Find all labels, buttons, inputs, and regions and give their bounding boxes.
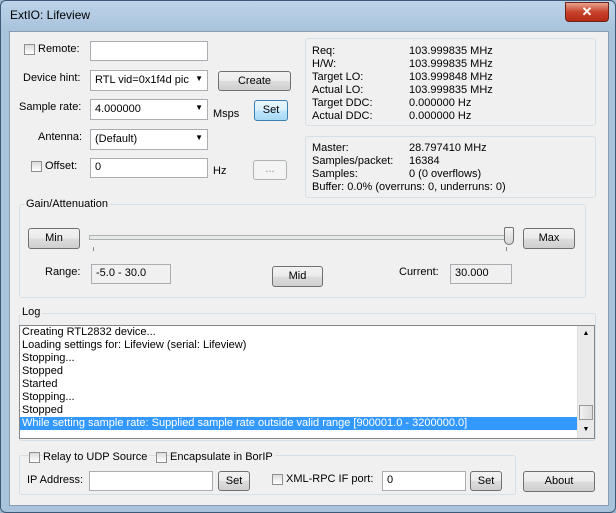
freq-value: 103.999848 MHz	[409, 71, 493, 83]
sample-rate-unit: Msps	[213, 108, 240, 120]
log-group-title: Log	[20, 306, 43, 318]
scroll-up-icon[interactable]: ▲	[579, 326, 593, 341]
client-area: Remote: Device hint: RTL vid=0x1f4d pic …	[9, 31, 609, 506]
log-list[interactable]: Creating RTL2832 device... Loading settin…	[19, 325, 595, 439]
gain-mid-button[interactable]: Mid	[272, 266, 323, 287]
log-line[interactable]: Stopped	[20, 404, 594, 417]
stream-label: Master:	[312, 142, 349, 154]
encapsulate-borip-checkbox[interactable]	[156, 452, 167, 463]
sample-rate-label: Sample rate:	[19, 101, 82, 113]
freq-label: Target LO:	[312, 71, 364, 83]
gain-min-button[interactable]: Min	[28, 228, 80, 249]
freq-value: 103.999835 MHz	[409, 84, 493, 96]
log-scrollbar[interactable]: ▲ ▼	[577, 326, 594, 438]
encapsulate-borip-label: Encapsulate in BorIP	[170, 451, 275, 463]
relay-udp-label: Relay to UDP Source	[43, 451, 150, 463]
close-icon: ✕	[581, 4, 593, 19]
remote-input[interactable]	[90, 41, 208, 61]
offset-checkbox[interactable]	[31, 161, 42, 172]
scroll-thumb[interactable]	[579, 405, 593, 420]
create-button[interactable]: Create	[218, 71, 291, 91]
stream-value: 0 (0 overflows)	[409, 168, 482, 180]
remote-label: Remote:	[38, 43, 80, 55]
ip-address-label: IP Address:	[27, 474, 84, 486]
frequency-info-values: 103.999835 MHz 103.999835 MHz 103.999848…	[409, 45, 493, 123]
device-hint-select[interactable]: RTL vid=0x1f4d pic ▼	[90, 70, 208, 91]
antenna-value: (Default)	[95, 133, 138, 145]
gain-slider-thumb[interactable]	[504, 227, 514, 245]
title-bar: ExtIO: Lifeview ✕	[1, 1, 615, 29]
stream-info-panel: Master: Samples/packet: Samples: 28.7974…	[305, 136, 596, 198]
current-value: 30.000	[450, 264, 512, 284]
offset-input[interactable]: 0	[90, 158, 208, 178]
freq-label: H/W:	[312, 58, 337, 70]
frequency-info-panel: Req: H/W: Target LO: Actual LO: Target D…	[305, 38, 596, 126]
log-line[interactable]: Stopping...	[20, 352, 594, 365]
relay-udp-checkbox[interactable]	[29, 452, 40, 463]
gain-slider-track[interactable]	[89, 235, 511, 240]
close-button[interactable]: ✕	[565, 2, 609, 22]
ip-set-button[interactable]: Set	[218, 471, 250, 491]
xmlrpc-label: XML-RPC IF port:	[286, 473, 374, 485]
device-hint-value: RTL vid=0x1f4d pic	[95, 74, 189, 86]
stream-info-labels: Master: Samples/packet: Samples:	[312, 142, 393, 181]
stream-value: 28.797410 MHz	[409, 142, 487, 154]
freq-label: Target DDC:	[312, 97, 373, 109]
chevron-down-icon: ▼	[195, 133, 203, 142]
current-label: Current:	[399, 266, 439, 278]
frequency-info-labels: Req: H/W: Target LO: Actual LO: Target D…	[312, 45, 373, 123]
log-line[interactable]: Started	[20, 378, 594, 391]
gain-max-button[interactable]: Max	[523, 228, 575, 249]
device-hint-label: Device hint:	[23, 72, 81, 84]
freq-value: 0.000000 Hz	[409, 110, 472, 122]
gain-group-title: Gain/Attenuation	[24, 198, 110, 210]
sample-rate-select[interactable]: 4.000000 ▼	[90, 99, 208, 120]
log-line[interactable]: Stopping...	[20, 391, 594, 404]
slider-tick	[93, 247, 94, 251]
slider-tick	[506, 247, 507, 251]
chevron-down-icon: ▼	[195, 74, 203, 83]
scroll-down-icon[interactable]: ▼	[579, 422, 593, 437]
freq-label: Actual LO:	[312, 84, 364, 96]
freq-value: 103.999835 MHz	[409, 45, 493, 57]
antenna-label: Antenna:	[38, 131, 83, 143]
stream-info-values: 28.797410 MHz 16384 0 (0 overflows)	[409, 142, 487, 181]
stream-label: Samples/packet:	[312, 155, 394, 167]
offset-label: Offset:	[45, 160, 78, 172]
extio-window: ExtIO: Lifeview ✕ Remote: Device hint: R…	[0, 0, 616, 513]
antenna-select[interactable]: (Default) ▼	[90, 129, 208, 150]
chevron-down-icon: ▼	[195, 103, 203, 112]
freq-value: 0.000000 Hz	[409, 97, 472, 109]
freq-label: Req:	[312, 45, 336, 57]
log-line[interactable]: Loading settings for: Lifeview (serial: …	[20, 339, 594, 352]
xmlrpc-port-input[interactable]: 0	[382, 471, 466, 491]
remote-checkbox[interactable]	[24, 44, 35, 55]
offset-more-button[interactable]: ...	[253, 160, 287, 180]
range-value: -5.0 - 30.0	[91, 264, 171, 284]
range-label: Range:	[45, 266, 81, 278]
sample-rate-set-button[interactable]: Set	[254, 100, 288, 121]
about-button[interactable]: About	[523, 471, 595, 492]
freq-label: Actual DDC:	[312, 110, 373, 122]
xmlrpc-checkbox[interactable]	[272, 474, 283, 485]
stream-label: Samples:	[312, 168, 358, 180]
stream-value: 16384	[409, 155, 440, 167]
ip-address-input[interactable]	[89, 471, 213, 491]
log-line[interactable]: While setting sample rate: Supplied samp…	[20, 417, 594, 430]
offset-unit: Hz	[213, 165, 227, 177]
log-lines: Creating RTL2832 device... Loading settin…	[20, 326, 594, 430]
log-line[interactable]: Stopped	[20, 365, 594, 378]
log-line[interactable]: Creating RTL2832 device...	[20, 326, 594, 339]
xmlrpc-set-button[interactable]: Set	[470, 471, 502, 491]
buffer-status: Buffer: 0.0% (overruns: 0, underruns: 0)	[312, 181, 506, 193]
freq-value: 103.999835 MHz	[409, 58, 493, 70]
window-title: ExtIO: Lifeview	[10, 8, 91, 22]
sample-rate-value: 4.000000	[95, 103, 141, 115]
